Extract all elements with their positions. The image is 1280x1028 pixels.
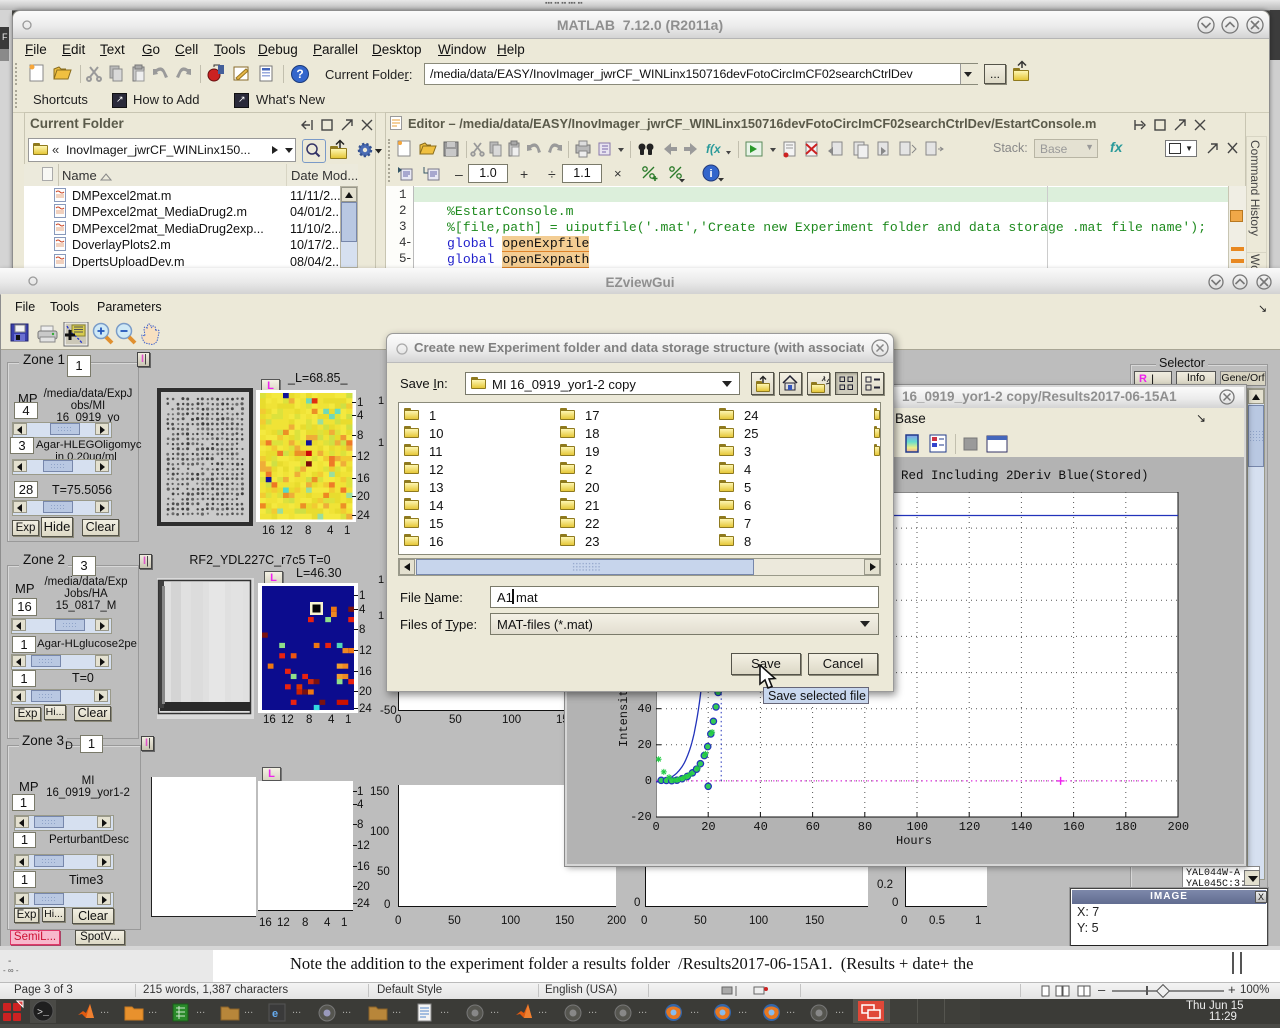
svg-text:f(x: f(x (706, 142, 722, 156)
svg-text:>_: >_ (37, 1008, 50, 1019)
svg-text:i: i (709, 168, 712, 180)
svg-text:e: e (272, 1008, 278, 1020)
svg-text:?: ? (296, 67, 303, 81)
